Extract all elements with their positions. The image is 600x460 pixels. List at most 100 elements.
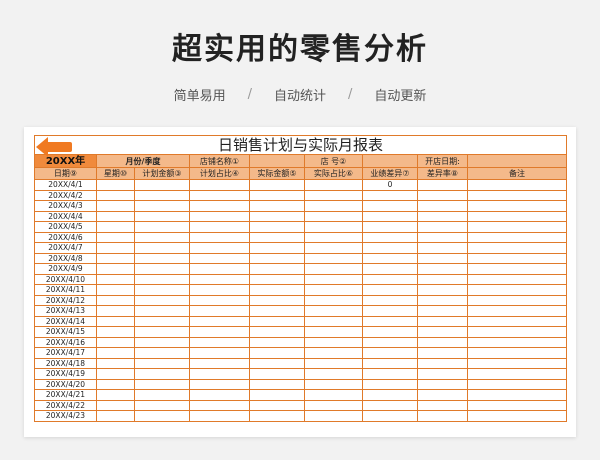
col-plan-amount-cell[interactable] [134,315,190,327]
col-plan-amount-cell[interactable] [134,305,190,317]
col-plan-amount-cell[interactable] [134,336,190,348]
col-remark-cell[interactable] [466,389,568,401]
col-plan-ratio-cell[interactable] [189,189,250,201]
col-plan-ratio-cell[interactable] [189,305,250,317]
col-actual-ratio-cell[interactable] [304,284,363,296]
col-actual-ratio-cell[interactable] [304,210,363,222]
col-diff-rate-cell[interactable] [417,200,468,212]
col-weekday-cell[interactable] [96,347,135,359]
col-plan-amount-cell[interactable] [134,294,190,306]
col-plan-amount-cell[interactable] [134,378,190,390]
col-actual-ratio-cell[interactable] [304,378,363,390]
col-weekday-cell[interactable] [96,221,135,233]
col-diff-rate-cell[interactable] [417,368,468,380]
col-plan-ratio-cell[interactable] [189,368,250,380]
col-actual-ratio-cell[interactable] [304,305,363,317]
col-diff-rate-cell[interactable] [417,315,468,327]
col-perf-diff-cell[interactable] [362,368,418,380]
col-plan-amount-cell[interactable] [134,410,190,422]
col-actual-ratio-cell[interactable] [304,347,363,359]
col-remark-cell[interactable] [466,284,568,296]
col-plan-ratio-cell[interactable] [189,200,250,212]
col-diff-rate-cell[interactable] [417,389,468,401]
col-weekday-cell[interactable] [96,294,135,306]
col-actual-amount-cell[interactable] [249,347,305,359]
col-actual-amount-cell[interactable] [249,231,305,243]
arrow-left-icon[interactable] [36,137,72,157]
col-perf-diff-cell[interactable] [362,252,418,264]
col-diff-rate-cell[interactable] [417,336,468,348]
col-plan-ratio-cell[interactable] [189,252,250,264]
col-plan-ratio-cell[interactable] [189,326,250,338]
col-weekday-cell[interactable] [96,326,135,338]
col-perf-diff-cell[interactable] [362,231,418,243]
col-weekday-cell[interactable] [96,210,135,222]
col-perf-diff-cell[interactable] [362,210,418,222]
col-diff-rate-cell[interactable] [417,189,468,201]
col-perf-diff-cell[interactable] [362,336,418,348]
col-diff-rate-cell[interactable] [417,273,468,285]
col-diff-rate-cell[interactable] [417,378,468,390]
col-weekday-cell[interactable] [96,179,135,191]
col-remark-cell[interactable] [466,368,568,380]
col-actual-ratio-cell[interactable] [304,294,363,306]
col-plan-amount-cell[interactable] [134,284,190,296]
col-plan-ratio-cell[interactable] [189,179,250,191]
col-plan-ratio-cell[interactable] [189,231,250,243]
col-weekday-cell[interactable] [96,263,135,275]
col-actual-ratio-cell[interactable] [304,357,363,369]
col-plan-ratio-cell[interactable] [189,347,250,359]
col-actual-amount-cell[interactable] [249,326,305,338]
col-diff-rate-cell[interactable] [417,252,468,264]
col-perf-diff-cell[interactable] [362,410,418,422]
col-weekday-cell[interactable] [96,231,135,243]
col-weekday-cell[interactable] [96,336,135,348]
col-actual-ratio-cell[interactable] [304,189,363,201]
col-diff-rate-cell[interactable] [417,231,468,243]
diff-cell[interactable]: 0 [362,179,418,191]
col-diff-rate-cell[interactable] [417,221,468,233]
col-actual-ratio-cell[interactable] [304,242,363,254]
col-plan-ratio-cell[interactable] [189,242,250,254]
col-diff-rate-cell[interactable] [417,294,468,306]
col-remark-cell[interactable] [466,273,568,285]
col-weekday-cell[interactable] [96,315,135,327]
col-remark-cell[interactable] [466,200,568,212]
col-plan-amount-cell[interactable] [134,399,190,411]
col-actual-ratio-cell[interactable] [304,399,363,411]
col-plan-amount-cell[interactable] [134,273,190,285]
col-weekday-cell[interactable] [96,273,135,285]
col-actual-amount-cell[interactable] [249,200,305,212]
col-actual-amount-cell[interactable] [249,336,305,348]
col-remark-cell[interactable] [466,263,568,275]
col-weekday-cell[interactable] [96,252,135,264]
col-plan-ratio-cell[interactable] [189,210,250,222]
col-remark-cell[interactable] [466,221,568,233]
col-plan-ratio-cell[interactable] [189,221,250,233]
col-weekday-cell[interactable] [96,389,135,401]
col-plan-amount-cell[interactable] [134,252,190,264]
col-remark-cell[interactable] [466,315,568,327]
col-remark-cell[interactable] [466,179,568,191]
col-plan-amount-cell[interactable] [134,357,190,369]
col-perf-diff-cell[interactable] [362,200,418,212]
col-actual-ratio-cell[interactable] [304,252,363,264]
col-actual-amount-cell[interactable] [249,294,305,306]
col-plan-ratio-cell[interactable] [189,357,250,369]
col-perf-diff-cell[interactable] [362,399,418,411]
col-actual-ratio-cell[interactable] [304,231,363,243]
col-perf-diff-cell[interactable] [362,242,418,254]
col-actual-amount-cell[interactable] [249,284,305,296]
col-remark-cell[interactable] [466,410,568,422]
col-perf-diff-cell[interactable] [362,273,418,285]
col-actual-ratio-cell[interactable] [304,273,363,285]
col-plan-ratio-cell[interactable] [189,410,250,422]
col-actual-ratio-cell[interactable] [304,200,363,212]
col-weekday-cell[interactable] [96,378,135,390]
col-actual-amount-cell[interactable] [249,368,305,380]
col-diff-rate-cell[interactable] [417,410,468,422]
col-plan-amount-cell[interactable] [134,189,190,201]
col-remark-cell[interactable] [466,357,568,369]
col-actual-amount-cell[interactable] [249,389,305,401]
col-actual-amount-cell[interactable] [249,179,305,191]
